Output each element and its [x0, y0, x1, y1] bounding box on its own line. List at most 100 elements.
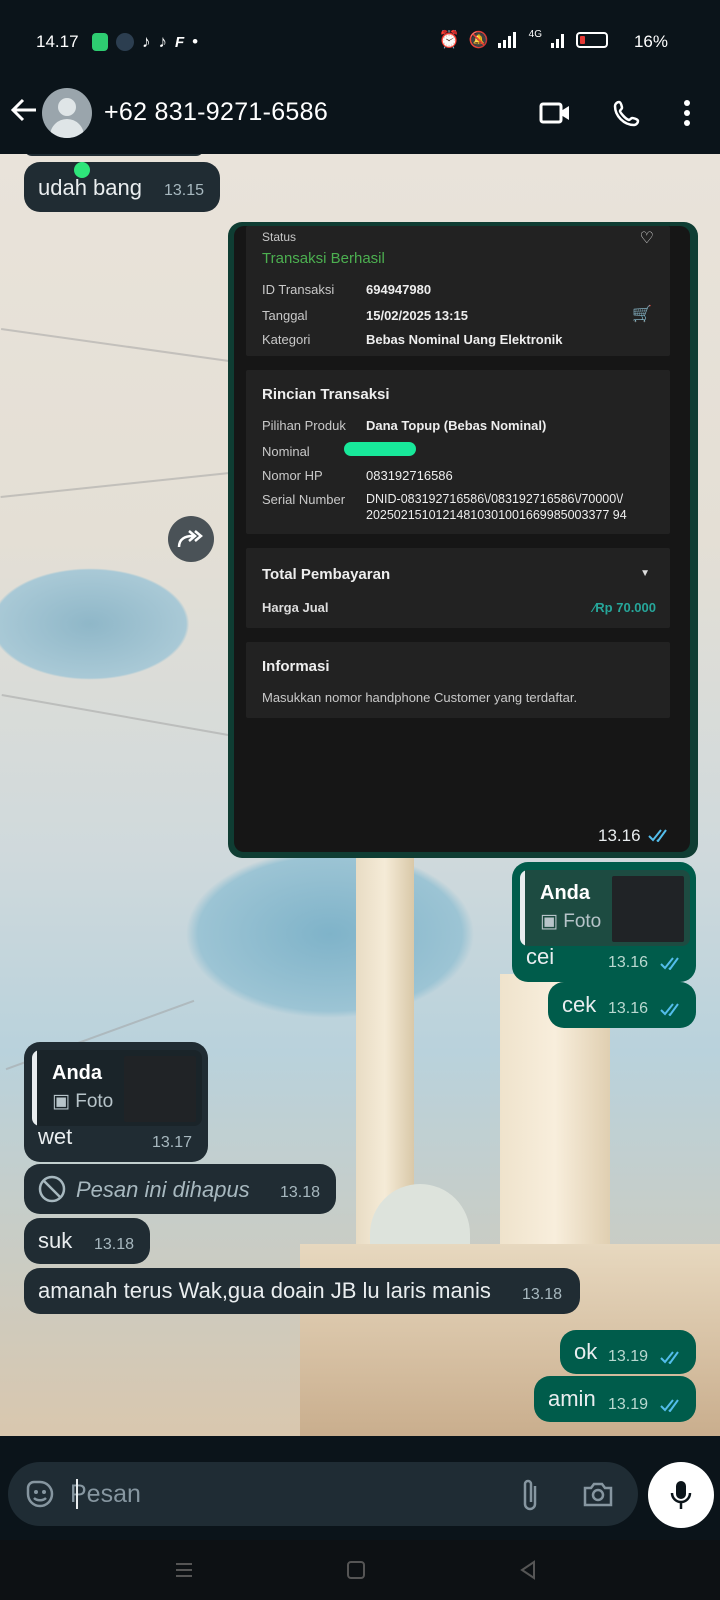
recent-apps-icon[interactable]	[172, 1558, 196, 1582]
read-ticks-icon	[660, 1351, 679, 1364]
quoted-message[interactable]: Anda ▣ Foto	[520, 870, 690, 946]
video-call-icon[interactable]	[538, 96, 572, 130]
text-cursor	[76, 1479, 78, 1509]
id-value: 694947980	[366, 282, 432, 297]
sticker-icon[interactable]	[24, 1478, 56, 1510]
mute-icon: 🔕	[468, 32, 489, 49]
notification-icons: ♪ ♪ F •	[92, 32, 198, 52]
chevron-down-icon[interactable]: ▼	[640, 568, 650, 579]
info-title: Informasi	[262, 658, 330, 675]
info-card: Informasi Masukkan nomor handphone Custo…	[246, 642, 670, 718]
back-arrow-icon[interactable]	[10, 96, 38, 124]
transaction-screenshot[interactable]: Status Transaksi Berhasil ♡ ID Transaksi…	[234, 226, 690, 852]
message-time: 13.18	[280, 1184, 321, 1201]
category-label: Kategori	[262, 332, 311, 347]
quote-author: Anda	[540, 882, 590, 904]
forward-button[interactable]	[168, 516, 214, 562]
message-text: amin	[548, 1386, 596, 1411]
chat-area[interactable]: udah bang 13.15 Status Transaksi Berhasi…	[0, 154, 720, 1436]
chat-header: +62 831-9271-6586	[0, 84, 720, 150]
more-menu-icon[interactable]	[670, 96, 704, 130]
message-time: 13.16	[598, 826, 641, 845]
camera-icon[interactable]	[582, 1480, 614, 1508]
message-time: 13.17	[152, 1134, 193, 1151]
back-nav-icon[interactable]	[516, 1558, 540, 1582]
redaction-mark	[344, 442, 416, 456]
id-label: ID Transaksi	[262, 282, 335, 297]
serial-value-2: 20250215101214810301001669985003377 94	[366, 508, 627, 522]
more-notifications-dot: •	[192, 32, 199, 51]
quote-photo-label: ▣ Foto	[540, 911, 602, 932]
signal-icon	[497, 32, 516, 48]
network-type: 4G	[528, 28, 542, 40]
app-notification-icon: F	[175, 33, 185, 51]
read-ticks-icon	[660, 1399, 679, 1412]
message-time: 13.18	[94, 1236, 135, 1253]
message-text: udah bang	[38, 175, 142, 200]
message-bubble-partial[interactable]	[24, 154, 204, 156]
message-time: 13.18	[522, 1286, 563, 1303]
message-time: 13.15	[164, 182, 205, 199]
read-ticks-icon	[660, 957, 679, 970]
product-value: Dana Topup (Bebas Nominal)	[366, 418, 547, 433]
message-time: 13.19	[608, 1348, 649, 1365]
message-input[interactable]	[70, 1478, 470, 1510]
voice-call-icon[interactable]	[610, 96, 644, 130]
status-value: Transaksi Berhasil	[262, 250, 385, 267]
message-incoming[interactable]: amanah terus Wak,gua doain JB lu laris m…	[24, 1268, 580, 1314]
message-time: 13.16	[608, 1000, 649, 1017]
battery-icon	[576, 32, 608, 48]
deleted-icon	[38, 1175, 66, 1203]
info-text: Masukkan nomor handphone Customer yang t…	[262, 690, 578, 705]
contact-name[interactable]: +62 831-9271-6586	[104, 98, 328, 127]
quoted-message[interactable]: Anda ▣ Foto	[32, 1050, 202, 1126]
phone-label: Nomor HP	[262, 468, 323, 483]
alarm-icon: ⏰	[438, 30, 460, 49]
message-outgoing[interactable]: cek 13.16	[548, 982, 696, 1028]
app-notification-icon	[92, 33, 108, 51]
message-text: wet	[38, 1124, 73, 1149]
phone-value: 083192716586	[366, 468, 453, 483]
message-text: Pesan ini dihapus	[76, 1177, 250, 1202]
home-icon[interactable]	[344, 1558, 368, 1582]
forward-icon	[177, 530, 203, 548]
quote-photo-label: ▣ Foto	[52, 1091, 114, 1112]
message-outgoing[interactable]: ok 13.19	[560, 1330, 696, 1374]
message-outgoing-reply[interactable]: Anda ▣ Foto cei 13.16	[512, 862, 696, 982]
price-label: Harga Jual	[262, 600, 329, 615]
message-incoming[interactable]: udah bang 13.15	[24, 162, 220, 212]
payment-card: Total Pembayaran ▼ Harga Jual ⁄Rp 70.000	[246, 548, 670, 628]
tiktok-icon: ♪	[158, 32, 168, 51]
price-value: ⁄Rp 70.000	[593, 600, 656, 615]
message-text: suk	[38, 1228, 73, 1253]
message-input-bar	[8, 1462, 638, 1526]
read-ticks-icon	[660, 1003, 679, 1016]
battery-percent: 16%	[633, 32, 668, 51]
voice-record-button[interactable]	[648, 1462, 714, 1528]
app-notification-icon	[116, 33, 134, 51]
message-deleted[interactable]: Pesan ini dihapus 13.18	[24, 1164, 336, 1214]
serial-label: Serial Number	[262, 492, 346, 507]
image-message-outgoing[interactable]: Status Transaksi Berhasil ♡ ID Transaksi…	[228, 222, 698, 858]
attach-icon[interactable]	[520, 1478, 540, 1512]
system-nav-bar	[0, 1540, 720, 1600]
read-ticks-icon	[648, 829, 667, 842]
details-title: Rincian Transaksi	[262, 386, 390, 403]
message-text: cei	[526, 944, 555, 969]
date-value: 15/02/2025 13:15	[366, 308, 468, 323]
message-incoming[interactable]: suk 13.18	[24, 1218, 150, 1264]
message-time: 13.16	[608, 954, 649, 971]
date-label: Tanggal	[262, 308, 308, 323]
message-incoming-reply[interactable]: Anda ▣ Foto wet 13.17	[24, 1042, 208, 1162]
avatar[interactable]	[42, 88, 92, 138]
status-bar: 14.17 ♪ ♪ F • ⏰ 🔕 4G 16%	[0, 22, 720, 62]
signal-icon	[551, 34, 564, 48]
wallpaper-line	[0, 471, 230, 499]
cart-icon: 🛒	[632, 306, 652, 323]
heart-icon[interactable]: ♡	[640, 228, 654, 248]
message-outgoing[interactable]: amin 13.19	[534, 1376, 696, 1422]
serial-value: DNID-083192716586\/083192716586\/70000\/	[366, 492, 624, 506]
wallpaper-line	[1, 694, 229, 736]
microphone-icon	[670, 1481, 692, 1509]
quote-thumbnail	[124, 1056, 196, 1122]
